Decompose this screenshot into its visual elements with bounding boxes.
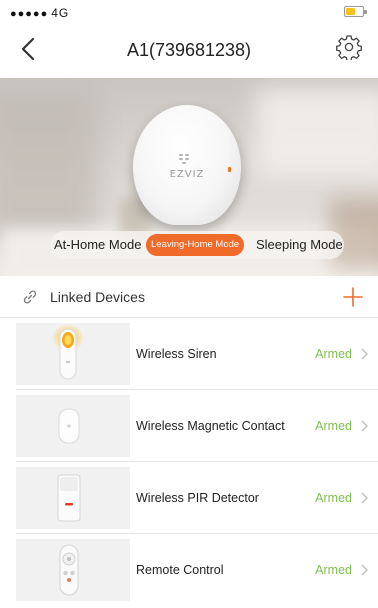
battery-level [346,8,355,15]
device-status: Armed [315,347,352,361]
hub-led [228,167,231,172]
linked-devices-label: Linked Devices [50,289,145,305]
magnetic-contact-icon [58,408,80,444]
hub-hero: EZVIZ At-Home Mode Leaving-Home Mode Sle… [0,78,378,276]
siren-icon [52,324,84,380]
hub-brand-text: EZVIZ [169,169,205,180]
nav-header: A1(739681238) [0,22,378,78]
device-row-wireless-pir-detector[interactable]: Wireless PIR Detector Armed [0,462,378,534]
ezviz-logo-icon [179,154,189,164]
device-status: Armed [315,419,352,433]
page-title: A1(739681238) [126,40,252,60]
link-icon [23,290,37,304]
pir-detector-icon [57,474,81,522]
battery-icon [344,6,367,17]
chevron-right-icon [361,348,368,360]
chevron-right-icon [361,420,368,432]
linked-devices-header: Linked Devices [0,276,378,318]
mode-sleeping[interactable]: Sleeping Mode [256,231,343,259]
device-name: Wireless PIR Detector [136,491,259,505]
device-thumbnail [16,395,130,457]
status-bar: ●●●●● 4G [0,0,378,22]
device-name: Remote Control [136,563,224,577]
plus-icon [343,287,363,307]
device-status: Armed [315,491,352,505]
device-row-remote-control[interactable]: Remote Control Armed [0,534,378,606]
network-type: 4G [51,6,70,20]
chevron-right-icon [361,564,368,576]
mode-leaving-home[interactable]: Leaving-Home Mode [146,234,245,256]
mode-selector: At-Home Mode Leaving-Home Mode Sleeping … [50,231,344,259]
device-thumbnail [16,323,130,385]
device-name: Wireless Magnetic Contact [136,419,285,433]
device-row-wireless-siren[interactable]: Wireless Siren Armed [0,318,378,390]
signal-dots: ●●●●● [10,8,49,20]
device-thumbnail [16,467,130,529]
signal-strength: ●●●●● 4G [10,6,69,20]
device-thumbnail [16,539,130,601]
device-name: Wireless Siren [136,347,217,361]
gear-icon [336,35,362,62]
chevron-right-icon [361,492,368,504]
remote-control-icon [59,544,79,596]
device-row-wireless-magnetic-contact[interactable]: Wireless Magnetic Contact Armed [0,390,378,462]
alarm-hub-image: EZVIZ [133,105,241,225]
mode-at-home[interactable]: At-Home Mode [54,231,141,259]
add-device-button[interactable] [340,284,366,310]
device-status: Armed [315,563,352,577]
settings-button[interactable] [336,34,362,62]
